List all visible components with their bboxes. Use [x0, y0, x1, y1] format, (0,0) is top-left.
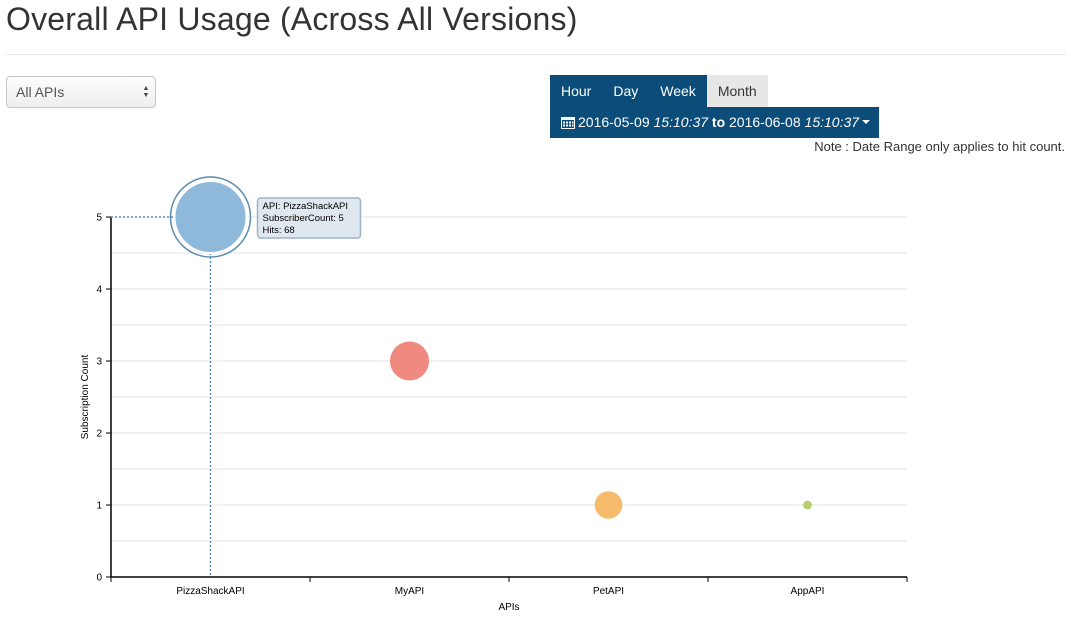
bubble-PetAPI[interactable] [594, 491, 623, 519]
y-tick-label: 1 [96, 501, 102, 512]
y-tick-label: 5 [96, 213, 102, 224]
bubble-AppAPI[interactable] [803, 500, 812, 510]
tooltip-subscriber-count: SubscriberCount: 5 [263, 213, 344, 224]
bubble-chart: 0 1 2 3 4 5 PizzaShackAPI MyAPI PetAPI AppAPI APIs… [80, 176, 908, 613]
y-tick-label: 0 [96, 573, 102, 584]
x-tick-label: AppAPI [791, 586, 825, 597]
x-tick-label: MyAPI [395, 586, 424, 597]
tooltip-api: API: PizzaShackAPI [263, 201, 349, 212]
x-axis-title: APIs [498, 602, 519, 613]
bubble-MyAPI[interactable] [389, 341, 430, 381]
y-tick-label: 3 [96, 357, 102, 368]
y-tick-label: 2 [96, 429, 102, 440]
y-tick-label: 4 [96, 285, 102, 296]
x-tick-label: PizzaShackAPI [176, 586, 244, 597]
bubble-PizzaShackAPI[interactable] [173, 180, 248, 254]
y-axis-title: Subscription Count [80, 355, 91, 440]
tooltip-hits: Hits: 68 [263, 225, 295, 236]
x-tick-label: PetAPI [593, 586, 624, 597]
